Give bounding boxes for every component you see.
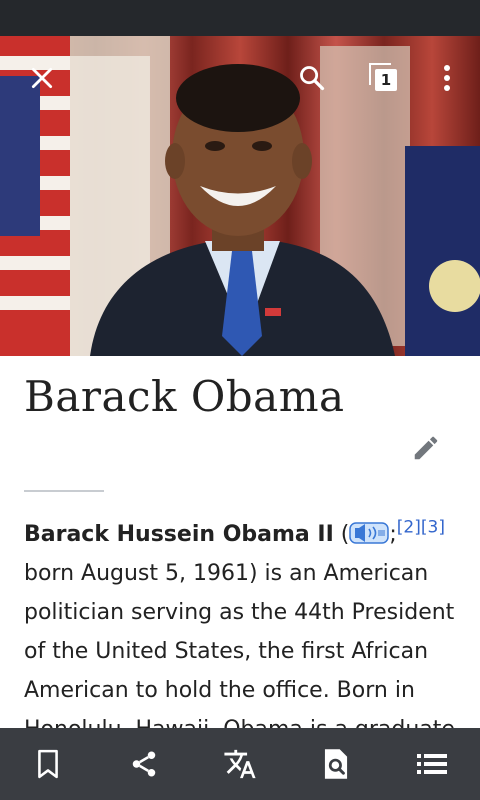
share-button[interactable] [120,740,168,788]
close-icon [31,67,53,89]
citation-2-link[interactable]: [2] [397,518,421,538]
overflow-menu-button[interactable] [427,58,467,98]
lead-text: born August 5, 1961) is an American poli… [24,561,455,742]
audio-pronunciation-icon[interactable] [349,522,390,544]
status-bar [0,0,480,36]
lead-bold-name: Barack Hussein Obama II [24,522,334,547]
bookmark-button[interactable] [24,740,72,788]
tabs-icon: 1 [369,63,399,93]
translate-icon [224,749,256,779]
article-lead-paragraph: Barack Hussein Obama II (;[2][3] born Au… [24,515,460,749]
tabs-count: 1 [375,69,397,91]
bookmark-icon [38,749,58,779]
translate-button[interactable] [216,740,264,788]
lead-image[interactable] [0,36,480,356]
bottom-toolbar [0,728,480,800]
title-divider [24,490,104,492]
paren-open: ( [333,522,350,547]
search-button[interactable] [292,58,332,98]
find-in-page-button[interactable] [312,740,360,788]
search-icon [300,66,325,91]
more-vert-icon [444,65,450,91]
tabs-button[interactable]: 1 [364,58,404,98]
contents-button[interactable] [408,740,456,788]
semicolon: ; [389,522,397,547]
citation-3-link[interactable]: [3] [421,518,445,538]
share-icon [132,751,156,777]
close-button[interactable] [22,58,62,98]
article-title: Barack Obama [24,372,345,421]
edit-button[interactable] [406,428,446,468]
pencil-icon [414,436,438,460]
contents-list-icon [417,754,447,774]
find-in-page-icon [324,749,348,779]
